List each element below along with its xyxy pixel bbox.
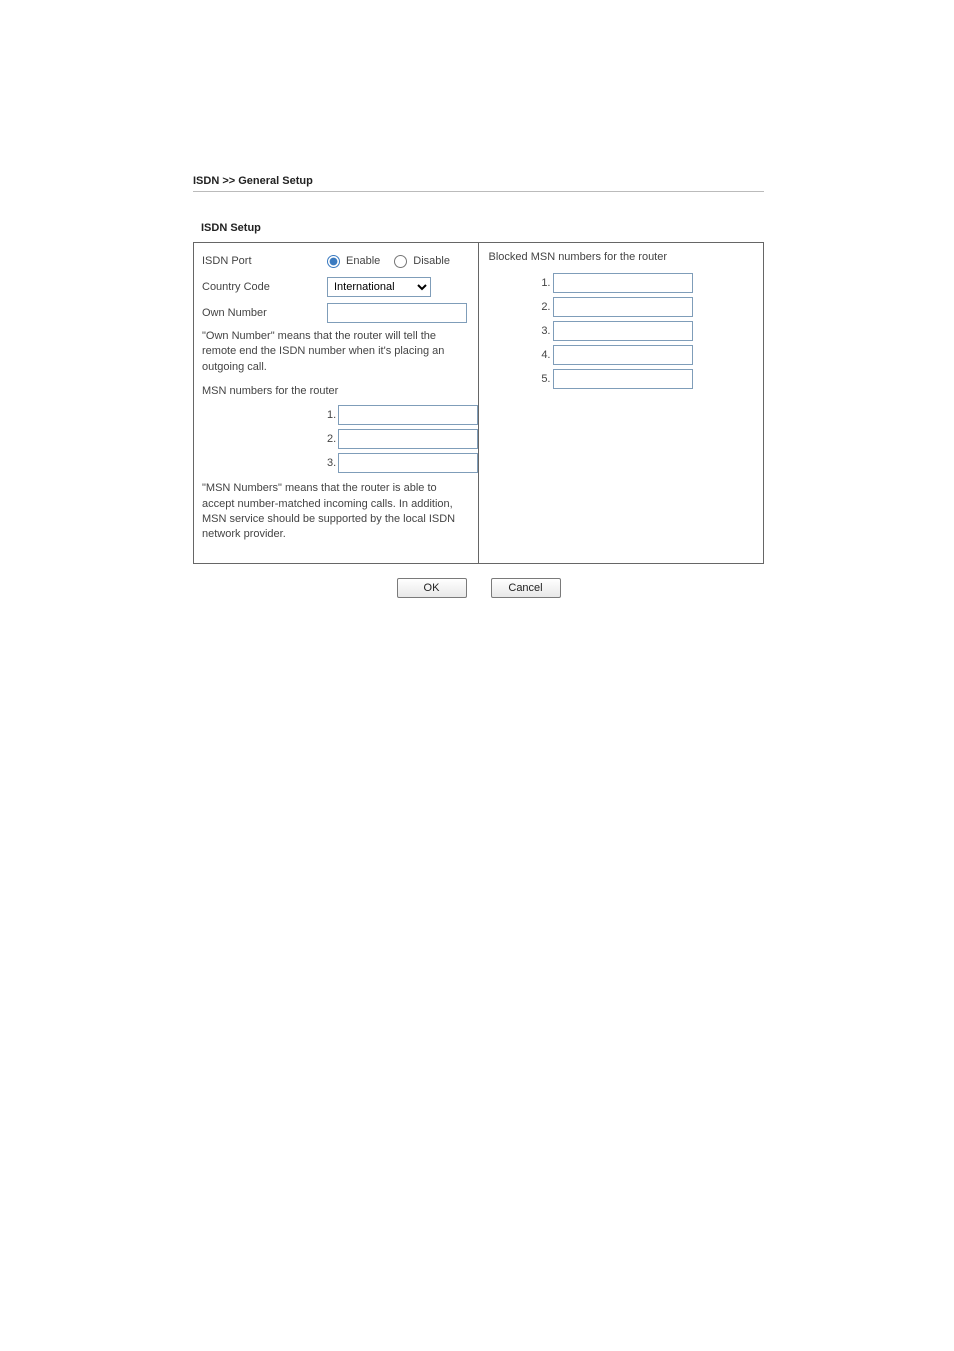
isdn-setup-box: ISDN Port Enable Disable Country Code In… [193, 242, 764, 564]
msn-msg: "MSN Numbers" means that the router is a… [202, 481, 470, 543]
blocked-input-5[interactable] [553, 369, 693, 389]
isdn-port-enable-radio[interactable] [327, 255, 340, 268]
own-number-label: Own Number [202, 307, 327, 319]
blocked-row-4: 4. [487, 345, 756, 365]
blocked-msn-label: Blocked MSN numbers for the router [487, 251, 756, 263]
msn-input-3[interactable] [338, 453, 478, 473]
msn-row-3: 3. [327, 453, 470, 473]
own-number-msg: "Own Number" means that the router will … [202, 329, 470, 375]
blocked-index-3: 3. [487, 325, 553, 337]
blocked-index-5: 5. [487, 373, 553, 385]
msn-index-3: 3. [327, 457, 338, 469]
disable-radio-label: Disable [413, 255, 450, 267]
own-number-row: Own Number [202, 303, 470, 323]
country-code-select[interactable]: International [327, 277, 431, 297]
blocked-index-4: 4. [487, 349, 553, 361]
cancel-button[interactable]: Cancel [491, 578, 561, 598]
isdn-port-label: ISDN Port [202, 255, 327, 267]
blocked-input-2[interactable] [553, 297, 693, 317]
msn-row-2: 2. [327, 429, 470, 449]
msn-numbers-label: MSN numbers for the router [202, 385, 470, 397]
country-code-row: Country Code International [202, 277, 470, 297]
right-column: Blocked MSN numbers for the router 1. 2.… [479, 243, 764, 563]
blocked-row-3: 3. [487, 321, 756, 341]
country-code-label: Country Code [202, 281, 327, 293]
section-title: ISDN Setup [193, 222, 764, 234]
blocked-index-2: 2. [487, 301, 553, 313]
breadcrumb: ISDN >> General Setup [193, 175, 764, 192]
msn-row-1: 1. [327, 405, 470, 425]
blocked-index-1: 1. [487, 277, 553, 289]
blocked-input-4[interactable] [553, 345, 693, 365]
msn-input-2[interactable] [338, 429, 478, 449]
left-column: ISDN Port Enable Disable Country Code In… [194, 243, 479, 563]
msn-index-2: 2. [327, 433, 338, 445]
blocked-row-2: 2. [487, 297, 756, 317]
msn-input-1[interactable] [338, 405, 478, 425]
isdn-port-row: ISDN Port Enable Disable [202, 251, 470, 271]
isdn-port-disable-radio[interactable] [394, 255, 407, 268]
ok-button[interactable]: OK [397, 578, 467, 598]
own-number-input[interactable] [327, 303, 467, 323]
blocked-input-1[interactable] [553, 273, 693, 293]
button-row: OK Cancel [193, 578, 764, 598]
msn-index-1: 1. [327, 409, 338, 421]
blocked-row-1: 1. [487, 273, 756, 293]
enable-radio-label: Enable [346, 255, 380, 267]
blocked-input-3[interactable] [553, 321, 693, 341]
blocked-row-5: 5. [487, 369, 756, 389]
